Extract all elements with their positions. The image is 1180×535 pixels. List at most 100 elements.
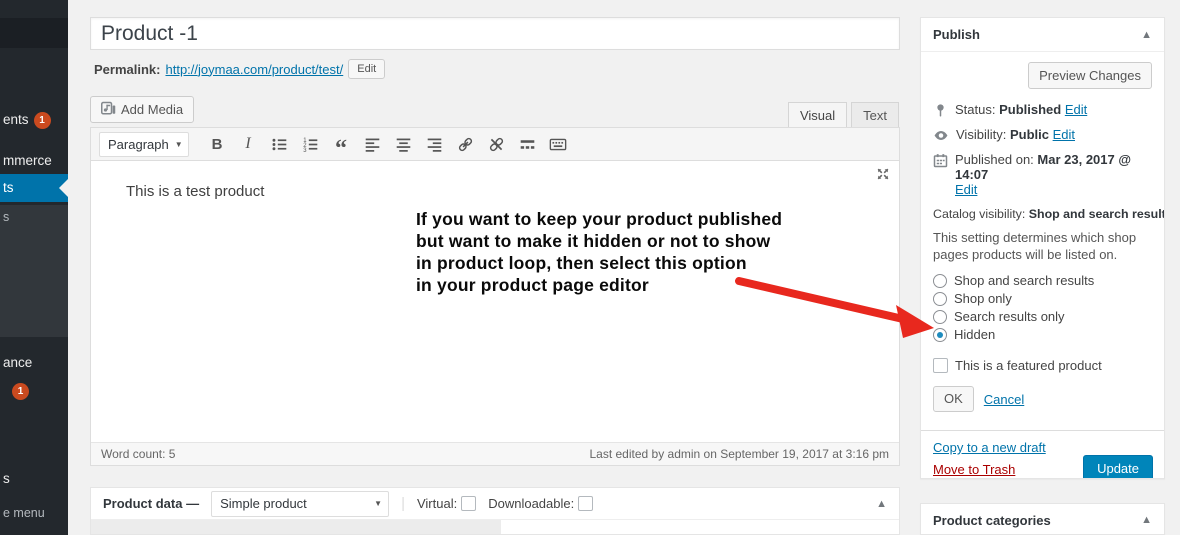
radio-button[interactable]: [933, 310, 947, 324]
featured-product-row[interactable]: This is a featured product: [933, 358, 1152, 373]
catalog-visibility-value: Shop and search results: [1029, 207, 1165, 221]
distraction-free-icon[interactable]: [875, 166, 891, 185]
editor-status-bar: Word count: 5 Last edited by admin on Se…: [91, 442, 899, 465]
comments-count-badge: 1: [34, 112, 51, 129]
virtual-label: Virtual:: [417, 496, 476, 511]
plugins-update-badge[interactable]: 1: [12, 383, 29, 400]
svg-text:3: 3: [303, 148, 307, 153]
status-row: Status: Published Edit: [933, 102, 1152, 118]
visibility-value: Public: [1010, 127, 1049, 142]
virtual-checkbox[interactable]: [461, 496, 476, 511]
copy-to-new-draft-link[interactable]: Copy to a new draft: [933, 440, 1046, 455]
edit-published-date-link[interactable]: Edit: [955, 182, 977, 197]
visual-editor: Paragraph ▼ B I 123 “: [90, 127, 900, 466]
add-media-button[interactable]: Add Media: [90, 96, 194, 123]
sidebar-item-appearance[interactable]: ance: [3, 355, 32, 370]
update-button[interactable]: Update: [1083, 455, 1153, 479]
radio-button[interactable]: [933, 274, 947, 288]
bulleted-list-icon[interactable]: [266, 132, 292, 156]
radio-button-selected[interactable]: [933, 328, 947, 342]
add-media-icon: [101, 101, 116, 119]
publish-header[interactable]: Publish ▲: [921, 18, 1164, 52]
divider: |: [401, 495, 405, 512]
last-edited-info: Last edited by admin on September 19, 20…: [589, 447, 889, 461]
tab-text[interactable]: Text: [851, 102, 899, 128]
sidebar-submenu-item[interactable]: s: [3, 210, 9, 224]
collapse-panel-icon[interactable]: ▲: [1141, 29, 1152, 41]
sidebar-item-woocommerce[interactable]: mmerce: [3, 153, 52, 168]
product-data-header: Product data — Simple product ▼ | Virtua…: [91, 488, 899, 520]
sidebar-item-settings[interactable]: s: [3, 471, 10, 486]
product-data-tabs-area: [91, 520, 501, 534]
chevron-down-icon: ▼: [175, 140, 183, 149]
edit-visibility-link[interactable]: Edit: [1053, 127, 1075, 142]
preview-changes-button[interactable]: Preview Changes: [1028, 62, 1152, 89]
insert-more-tag-icon[interactable]: [514, 132, 540, 156]
catalog-option-search-only[interactable]: Search results only: [933, 309, 1152, 325]
tab-visual[interactable]: Visual: [788, 102, 847, 128]
word-count: Word count: 5: [101, 447, 175, 461]
product-categories-header[interactable]: Product categories ▲: [921, 504, 1164, 535]
published-on-row: Published on: Mar 23, 2017 @ 14:07Edit: [933, 152, 1152, 197]
insert-link-icon[interactable]: [452, 132, 478, 156]
admin-sidebar: ents1 mmerce ts s ance 1 s e menu: [0, 0, 68, 535]
catalog-visibility-row: Catalog visibility: Shop and search resu…: [933, 207, 1152, 221]
eye-icon: [933, 128, 949, 143]
catalog-option-shop-and-search[interactable]: Shop and search results: [933, 273, 1152, 289]
align-right-icon[interactable]: [421, 132, 447, 156]
sidebar-menu-band: [0, 18, 68, 48]
sidebar-item-products-active[interactable]: ts: [0, 174, 68, 202]
collapse-panel-icon[interactable]: ▲: [1141, 514, 1152, 526]
editor-toolbar: Paragraph ▼ B I 123 “: [91, 128, 899, 161]
downloadable-label: Downloadable:: [488, 496, 593, 511]
wordpress-product-edit-page: ents1 mmerce ts s ance 1 s e menu Produc…: [0, 0, 1180, 535]
products-submenu-block: [0, 205, 68, 337]
product-data-panel: Product data — Simple product ▼ | Virtua…: [90, 487, 900, 535]
permalink-label: Permalink:: [94, 62, 160, 77]
catalog-visibility-description: This setting determines which shop pages…: [933, 229, 1152, 263]
edit-status-link[interactable]: Edit: [1065, 102, 1087, 117]
product-categories-panel: Product categories ▲: [920, 503, 1165, 535]
publish-title: Publish: [933, 27, 980, 42]
downloadable-checkbox[interactable]: [578, 496, 593, 511]
product-description-text: This is a test product: [126, 183, 264, 200]
permalink-row: Permalink: http://joymaa.com/product/tes…: [94, 59, 385, 79]
publish-footer: Copy to a new draft Move to Trash Update: [921, 430, 1164, 479]
ok-button[interactable]: OK: [933, 386, 974, 412]
paragraph-format-select[interactable]: Paragraph ▼: [99, 132, 189, 157]
editor-mode-tabs: Visual Text: [788, 102, 899, 128]
permalink-edit-button[interactable]: Edit: [348, 59, 385, 79]
align-center-icon[interactable]: [390, 132, 416, 156]
annotation-text: If you want to keep your product publish…: [416, 208, 782, 296]
numbered-list-icon[interactable]: 123: [297, 132, 323, 156]
toolbar-toggle-icon[interactable]: [545, 132, 571, 156]
product-categories-title: Product categories: [933, 513, 1051, 528]
featured-product-checkbox[interactable]: [933, 358, 948, 373]
blockquote-icon[interactable]: “: [328, 132, 354, 156]
collapse-panel-icon[interactable]: ▲: [876, 498, 887, 510]
catalog-option-shop-only[interactable]: Shop only: [933, 291, 1152, 307]
visibility-row: Visibility: Public Edit: [933, 127, 1152, 143]
sidebar-item-comments[interactable]: ents1: [3, 112, 51, 129]
catalog-option-hidden[interactable]: Hidden: [933, 327, 1152, 343]
italic-button[interactable]: I: [235, 132, 261, 156]
sidebar-item-collapse-menu[interactable]: e menu: [3, 506, 45, 520]
radio-button[interactable]: [933, 292, 947, 306]
editor-column: Product -1 Permalink: http://joymaa.com/…: [90, 0, 900, 535]
align-left-icon[interactable]: [359, 132, 385, 156]
product-type-select[interactable]: Simple product ▼: [211, 491, 389, 517]
active-menu-arrow: [59, 179, 68, 197]
calendar-icon: [933, 153, 948, 168]
remove-link-icon[interactable]: [483, 132, 509, 156]
chevron-down-icon: ▼: [374, 499, 382, 508]
cancel-link[interactable]: Cancel: [984, 392, 1024, 407]
publish-panel: Publish ▲ Preview Changes Status: Publis…: [920, 17, 1165, 479]
status-value: Published: [999, 102, 1061, 117]
permalink-url-link[interactable]: http://joymaa.com/product/test/: [165, 62, 343, 77]
product-data-title: Product data —: [103, 496, 199, 511]
bold-button[interactable]: B: [204, 132, 230, 156]
pin-icon: [933, 103, 948, 118]
move-to-trash-link[interactable]: Move to Trash: [933, 462, 1015, 477]
editor-content-area[interactable]: This is a test product If you want to ke…: [91, 161, 899, 442]
product-title-input[interactable]: Product -1: [90, 17, 900, 50]
